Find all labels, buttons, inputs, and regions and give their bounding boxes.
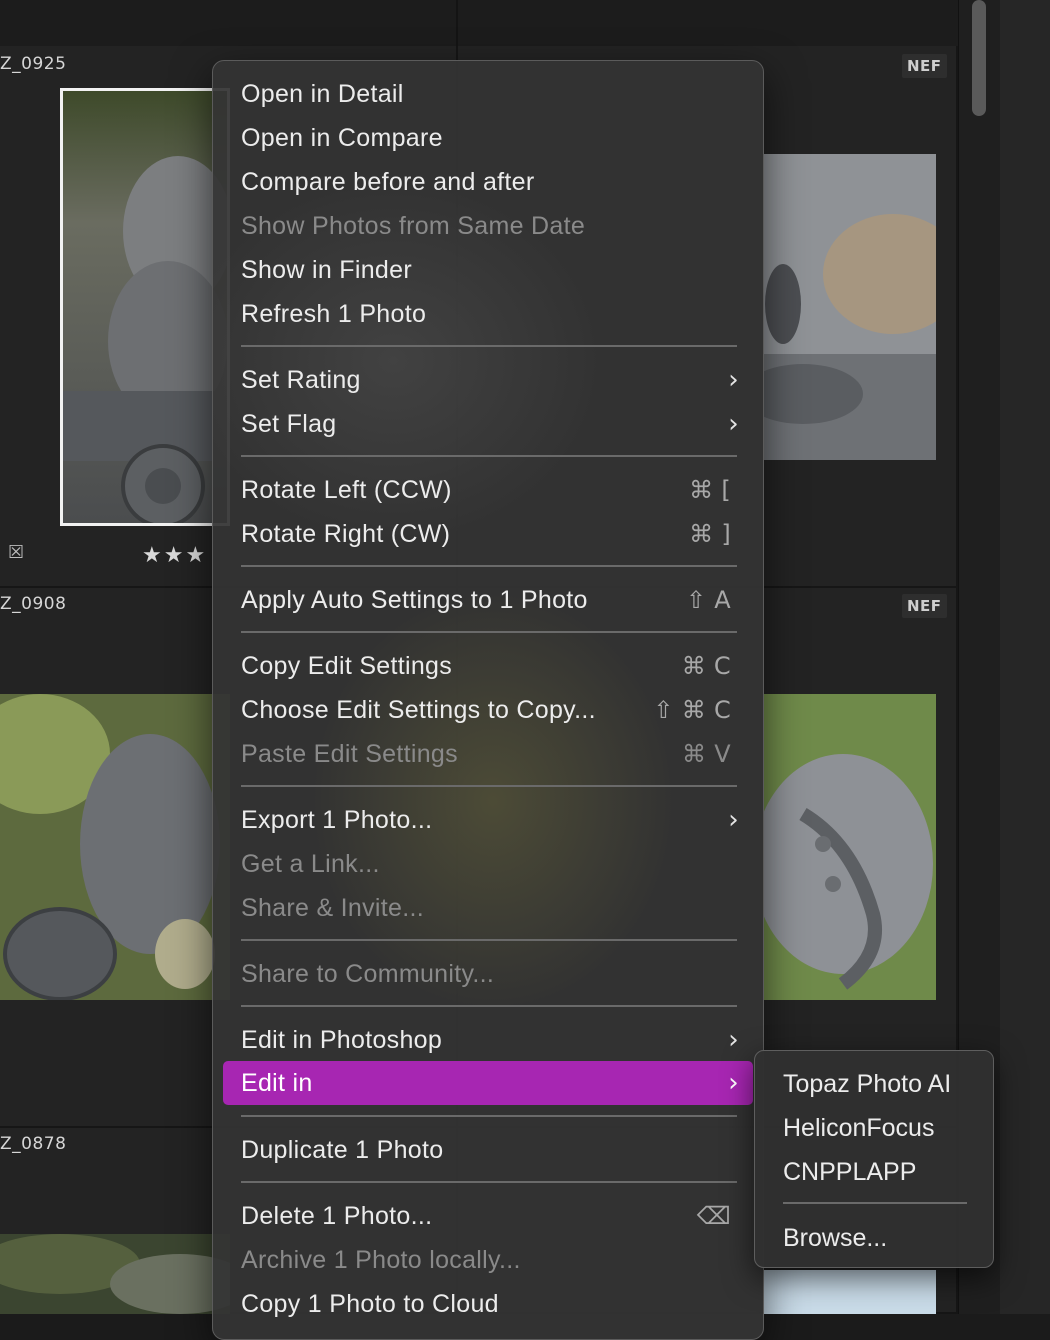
shortcut-label: ⌘ V (682, 740, 731, 768)
menu-item-copy-edit-settings[interactable]: Copy Edit Settings ⌘ C (223, 644, 753, 688)
chevron-right-icon: › (728, 805, 739, 835)
menu-item-archive-locally: Archive 1 Photo locally... (241, 1246, 521, 1274)
menu-item-rotate-left[interactable]: Rotate Left (CCW) ⌘ [ (223, 468, 753, 512)
photo-thumbnail[interactable] (763, 1270, 936, 1314)
submenu-item-topaz[interactable]: Topaz Photo AI (765, 1062, 983, 1106)
shortcut-label: ⇧ A (685, 586, 731, 614)
submenu-item-browse[interactable]: Browse... (765, 1216, 983, 1260)
shortcut-label: ⌘ C (681, 652, 731, 680)
menu-item-delete-photo[interactable]: Delete 1 Photo... ⌫ (223, 1194, 753, 1238)
photo-thumbnail-selected[interactable] (60, 88, 230, 526)
shortcut-label: ⌘ ] (689, 520, 731, 548)
menu-item-compare-before-after[interactable]: Compare before and after (223, 160, 753, 204)
menu-item-open-in-detail[interactable]: Open in Detail (223, 72, 753, 116)
menu-item-edit-in-photoshop[interactable]: Edit in Photoshop › (223, 1018, 753, 1062)
menu-item-show-photos-same-date: Show Photos from Same Date (241, 212, 586, 240)
photo-thumbnail[interactable] (0, 1234, 230, 1314)
chevron-right-icon: › (728, 1025, 739, 1055)
photo-filename: Z_0908 (0, 594, 67, 614)
menu-separator (241, 1005, 737, 1007)
delete-key-icon: ⌫ (696, 1202, 731, 1230)
menu-item-set-flag[interactable]: Set Flag › (223, 402, 753, 446)
chevron-right-icon: › (728, 365, 739, 395)
scrollbar-thumb[interactable] (972, 0, 986, 116)
side-panel (1000, 0, 1050, 1314)
menu-item-open-in-compare[interactable]: Open in Compare (223, 116, 753, 160)
shortcut-label: ⇧ ⌘ C (653, 696, 731, 724)
photo-thumbnail[interactable] (763, 154, 936, 460)
menu-separator (241, 939, 737, 941)
menu-item-show-in-finder[interactable]: Show in Finder (223, 248, 753, 292)
menu-item-copy-to-cloud[interactable]: Copy 1 Photo to Cloud (223, 1282, 753, 1326)
submenu-item-heliconfocus[interactable]: HeliconFocus (765, 1106, 983, 1150)
menu-item-duplicate-photo[interactable]: Duplicate 1 Photo (223, 1128, 753, 1172)
menu-separator (241, 1181, 737, 1183)
shortcut-label: ⌘ [ (689, 476, 731, 504)
menu-item-rotate-right[interactable]: Rotate Right (CW) ⌘ ] (223, 512, 753, 556)
menu-item-share-invite: Share & Invite... (241, 894, 424, 922)
menu-separator (241, 565, 737, 567)
menu-item-get-link: Get a Link... (241, 850, 380, 878)
menu-item-paste-edit-settings: Paste Edit Settings ⌘ V (223, 732, 753, 776)
file-type-badge: NEF (902, 54, 947, 78)
chevron-right-icon: › (728, 409, 739, 439)
menu-separator (241, 345, 737, 347)
menu-item-edit-in[interactable]: Edit in › (223, 1061, 753, 1105)
menu-separator (241, 455, 737, 457)
photo-filename: Z_0925 (0, 54, 67, 74)
photo-thumbnail[interactable] (0, 694, 230, 1000)
menu-item-apply-auto-settings[interactable]: Apply Auto Settings to 1 Photo ⇧ A (223, 578, 753, 622)
menu-separator (783, 1202, 967, 1204)
menu-item-choose-edit-settings[interactable]: Choose Edit Settings to Copy... ⇧ ⌘ C (223, 688, 753, 732)
menu-item-share-community: Share to Community... (241, 960, 495, 988)
star-rating[interactable]: ★★★ (142, 542, 207, 568)
chevron-right-icon: › (728, 1068, 739, 1098)
submenu-item-cnpplapp[interactable]: CNPPLAPP (765, 1150, 983, 1194)
reject-flag-icon[interactable]: ☒ (8, 542, 24, 563)
file-type-badge: NEF (902, 594, 947, 618)
photo-thumbnail[interactable] (763, 694, 936, 1000)
menu-item-set-rating[interactable]: Set Rating › (223, 358, 753, 402)
context-menu: Open in Detail Open in Compare Compare b… (212, 60, 764, 1340)
grid-top-row (0, 0, 958, 47)
menu-separator (241, 1115, 737, 1117)
menu-separator (241, 631, 737, 633)
menu-item-export-photo[interactable]: Export 1 Photo... › (223, 798, 753, 842)
edit-in-submenu: Topaz Photo AI HeliconFocus CNPPLAPP Bro… (754, 1050, 994, 1268)
photo-filename: Z_0878 (0, 1134, 67, 1154)
menu-separator (241, 785, 737, 787)
menu-item-refresh-photo[interactable]: Refresh 1 Photo (223, 292, 753, 336)
